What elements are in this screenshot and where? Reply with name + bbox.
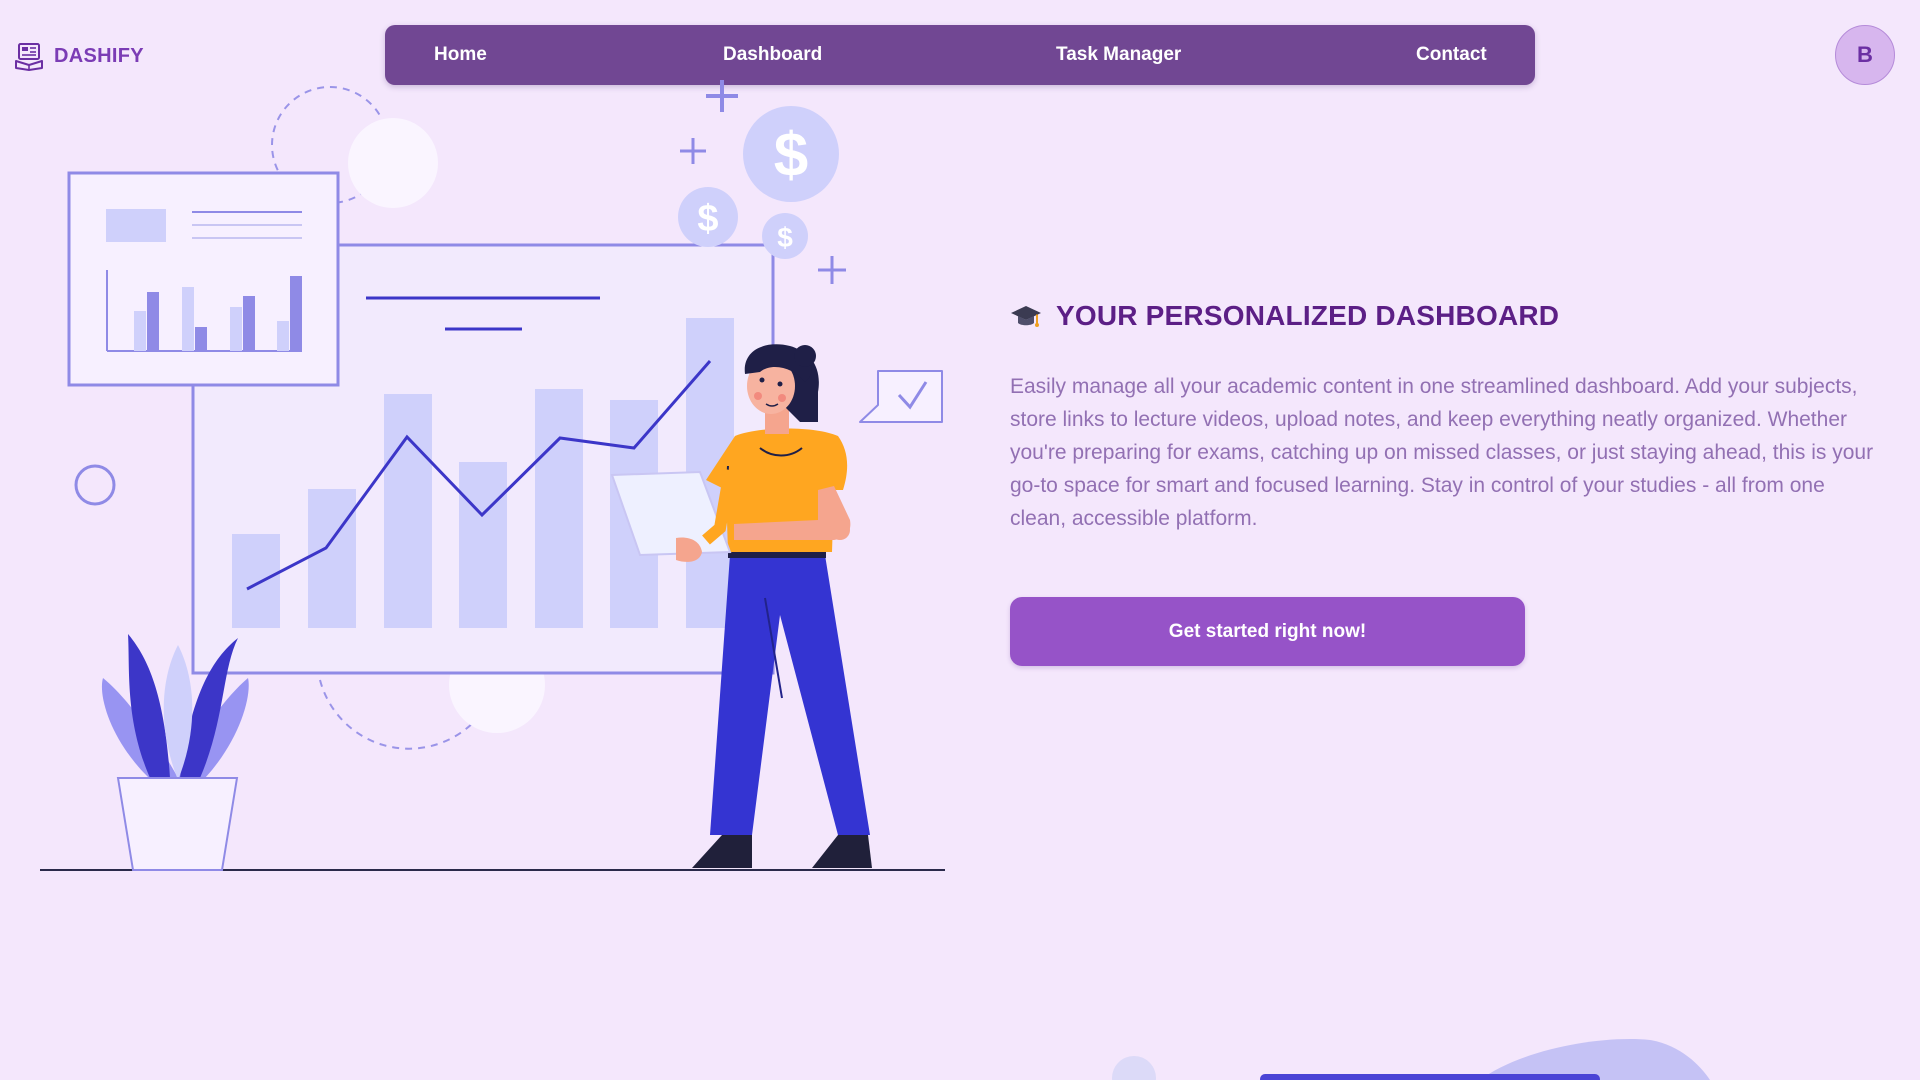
hero-title: YOUR PERSONALIZED DASHBOARD <box>1056 300 1560 331</box>
user-avatar[interactable]: B <box>1835 25 1895 85</box>
hero-description: Easily manage all your academic content … <box>1010 375 1874 530</box>
nav-contact[interactable]: Contact <box>1416 25 1487 85</box>
graduation-cap-icon <box>1011 306 1041 327</box>
nav-task-manager[interactable]: Task Manager <box>1056 25 1181 85</box>
svg-text:$: $ <box>774 121 808 190</box>
svg-text:$: $ <box>777 222 793 253</box>
hero-heading: YOUR PERSONALIZED DASHBOARD <box>1010 296 1559 336</box>
analytics-presentation-illustration: $ $ $ <box>40 80 945 871</box>
decorative-blob <box>1112 1039 1710 1080</box>
svg-text:$: $ <box>697 198 718 240</box>
get-started-button[interactable]: Get started right now! <box>1010 597 1525 666</box>
